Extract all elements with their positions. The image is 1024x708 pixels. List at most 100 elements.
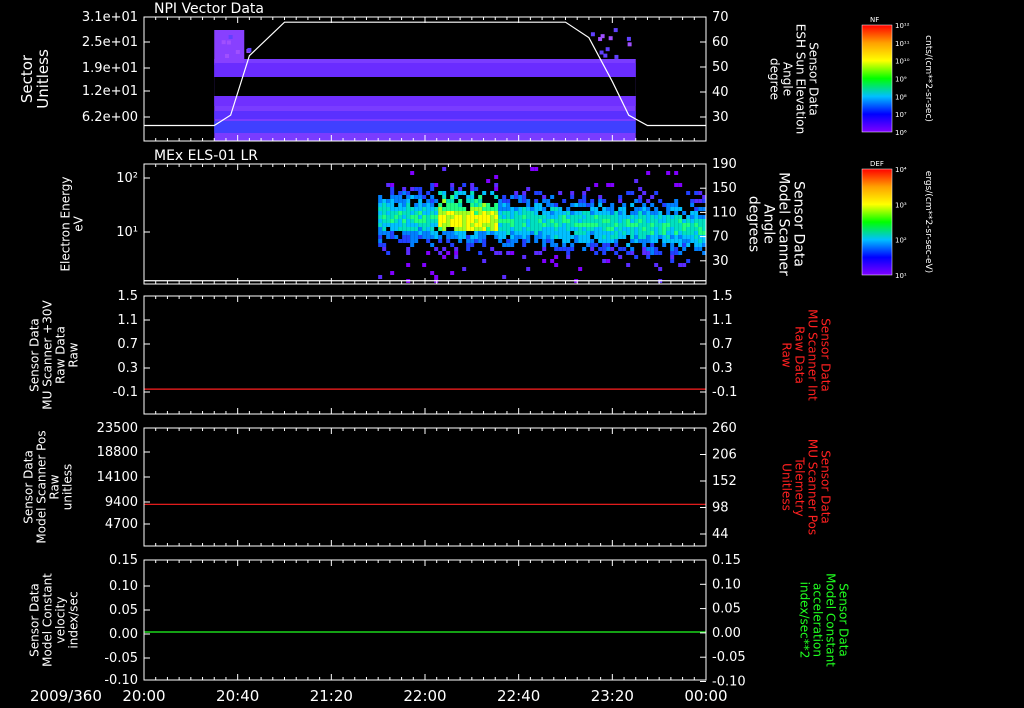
- els-cell: [446, 251, 451, 255]
- els-cell: [378, 215, 383, 219]
- els-cell: [622, 231, 627, 235]
- els-cell: [538, 191, 543, 195]
- els-cell: [422, 203, 427, 207]
- els-cell: [538, 207, 543, 211]
- els-cell: [478, 203, 483, 207]
- els-cell: [466, 239, 471, 243]
- els-cell: [594, 231, 599, 235]
- els-cell: [426, 235, 431, 239]
- els-cell: [426, 191, 431, 195]
- els-cell: [670, 227, 675, 231]
- els-cell: [638, 199, 643, 203]
- els-cell: [446, 211, 451, 215]
- els-cell: [394, 235, 399, 239]
- els-cell: [694, 247, 699, 251]
- els-cell: [650, 211, 655, 215]
- els-cell: [550, 259, 555, 263]
- els-cell: [554, 247, 559, 251]
- els-cell: [502, 235, 507, 239]
- y-tick-label-left: 9400: [105, 495, 138, 510]
- els-cell: [686, 259, 691, 263]
- els-cell: [578, 223, 583, 227]
- els-cell: [518, 219, 523, 223]
- els-cell: [398, 219, 403, 223]
- els-cell: [498, 227, 503, 231]
- els-cell: [494, 207, 499, 211]
- els-cell: [678, 243, 683, 247]
- els-cell: [634, 223, 639, 227]
- els-cell: [406, 247, 411, 251]
- els-cell: [562, 231, 567, 235]
- els-cell: [690, 227, 695, 231]
- y-axis-label-left: Raw: [67, 342, 81, 367]
- els-cell: [482, 219, 487, 223]
- y-tick-label-right: 206: [712, 448, 737, 463]
- els-cell: [510, 195, 515, 199]
- y-tick-label-left: 23500: [97, 421, 138, 436]
- els-cell: [598, 215, 603, 219]
- els-cell: [422, 227, 427, 231]
- els-cell: [398, 211, 403, 215]
- els-cell: [414, 211, 419, 215]
- els-cell: [634, 227, 639, 231]
- els-cell: [582, 219, 587, 223]
- els-cell: [674, 227, 679, 231]
- els-cell: [582, 239, 587, 243]
- els-cell: [610, 211, 615, 215]
- y-tick-label-right: 0.00: [712, 626, 741, 641]
- els-cell: [654, 247, 659, 251]
- els-cell: [646, 239, 651, 243]
- els-cell: [430, 219, 435, 223]
- els-cell: [390, 191, 395, 195]
- els-cell: [498, 239, 503, 243]
- els-cell: [546, 199, 551, 203]
- els-cell: [594, 243, 599, 247]
- els-cell: [690, 223, 695, 227]
- els-cell: [402, 191, 407, 195]
- els-cell: [678, 215, 683, 219]
- els-cell: [406, 215, 411, 219]
- els-cell: [542, 219, 547, 223]
- els-cell: [658, 227, 663, 231]
- els-cell: [398, 207, 403, 211]
- panel-title: MEx ELS-01 LR: [154, 148, 258, 164]
- els-cell: [654, 239, 659, 243]
- els-cell: [426, 211, 431, 215]
- els-cell: [562, 247, 567, 251]
- els-cell: [382, 199, 387, 203]
- els-cell: [674, 231, 679, 235]
- npi-band: [214, 96, 636, 106]
- els-cell: [522, 231, 527, 235]
- els-cell: [530, 167, 535, 171]
- els-cell: [602, 251, 607, 255]
- els-cell: [586, 239, 591, 243]
- els-cell: [470, 243, 475, 247]
- els-cell: [662, 203, 667, 207]
- els-cell: [390, 235, 395, 239]
- els-cell: [550, 203, 555, 207]
- els-cell: [534, 211, 539, 215]
- els-cell: [438, 211, 443, 215]
- els-cell: [618, 231, 623, 235]
- els-cell: [590, 243, 595, 247]
- els-cell: [606, 247, 611, 251]
- els-cell: [406, 263, 411, 267]
- els-cell: [402, 215, 407, 219]
- els-cell: [666, 215, 671, 219]
- els-cell: [614, 239, 619, 243]
- els-cell: [478, 215, 483, 219]
- els-cell: [586, 235, 591, 239]
- els-cell: [494, 187, 499, 191]
- els-cell: [510, 243, 515, 247]
- els-cell: [566, 207, 571, 211]
- els-cell: [646, 211, 651, 215]
- els-cell: [506, 215, 511, 219]
- els-cell: [638, 211, 643, 215]
- els-cell: [546, 203, 551, 207]
- els-cell: [686, 239, 691, 243]
- els-cell: [582, 231, 587, 235]
- els-cell: [590, 211, 595, 215]
- els-cell: [570, 191, 575, 195]
- els-cell: [682, 263, 687, 267]
- els-cell: [506, 211, 511, 215]
